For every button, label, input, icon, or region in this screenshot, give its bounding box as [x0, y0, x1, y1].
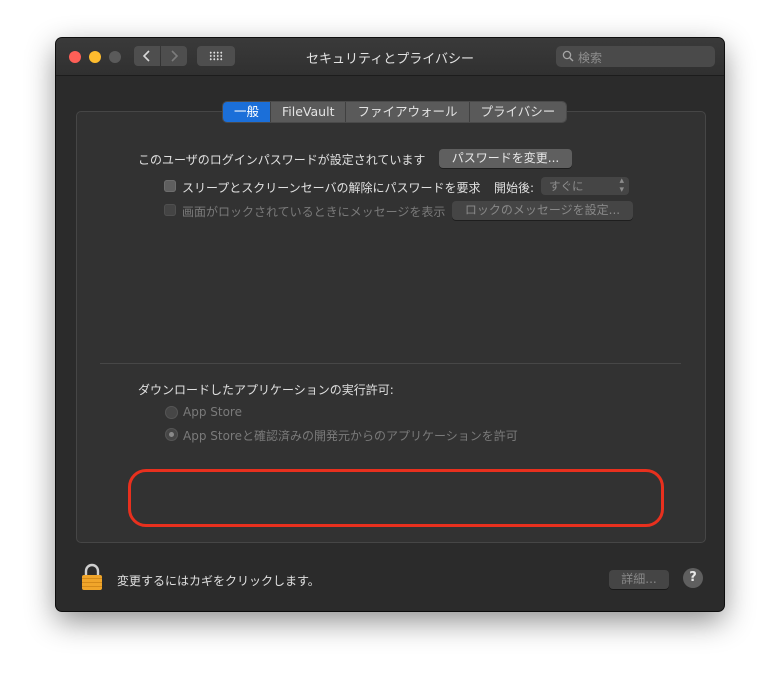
lock-status-text: 変更するにはカギをクリックします。 — [117, 574, 320, 588]
search-placeholder: 検索 — [578, 51, 603, 65]
help-button[interactable]: ? — [683, 568, 703, 588]
titlebar: セキュリティとプライバシー 検索 — [56, 38, 724, 76]
show-message-checkbox[interactable] — [164, 204, 176, 216]
password-status-text: このユーザのログインパスワードが設定されています — [138, 153, 426, 167]
preferences-window: セキュリティとプライバシー 検索 一般 FileVault ファイアウォール プ… — [56, 38, 724, 611]
start-after-value: すぐに — [549, 179, 584, 193]
advanced-button[interactable]: 詳細... — [609, 570, 669, 589]
start-after-select[interactable]: すぐに ▴ ▾ — [541, 177, 629, 195]
require-password-label: スリープとスクリーンセーバの解除にパスワードを要求 — [182, 181, 481, 195]
downloads-heading: ダウンロードしたアプリケーションの実行許可: — [138, 383, 394, 397]
section-divider — [100, 363, 681, 364]
radio-app-store-identified[interactable] — [165, 428, 178, 441]
search-icon — [562, 50, 574, 62]
tab-bar: 一般 FileVault ファイアウォール プライバシー — [222, 101, 568, 123]
start-after-label: 開始後: — [494, 181, 535, 195]
tab-general[interactable]: 一般 — [223, 102, 272, 122]
radio-app-store-label: App Store — [183, 405, 242, 419]
show-message-label: 画面がロックされているときにメッセージを表示 — [182, 205, 446, 219]
set-lock-message-button[interactable]: ロックのメッセージを設定... — [452, 201, 633, 220]
highlight-annotation — [128, 469, 664, 527]
tab-privacy[interactable]: プライバシー — [469, 102, 567, 122]
radio-app-store[interactable] — [165, 406, 178, 419]
up-down-arrows-icon: ▴ ▾ — [619, 176, 624, 195]
radio-app-store-identified-label: App Storeと確認済みの開発元からのアプリケーションを許可 — [183, 429, 518, 443]
tab-filevault[interactable]: FileVault — [271, 102, 347, 122]
change-password-button[interactable]: パスワードを変更... — [439, 149, 572, 168]
search-field[interactable]: 検索 — [556, 46, 715, 67]
require-password-checkbox[interactable] — [164, 180, 176, 192]
lock-icon[interactable] — [81, 563, 103, 591]
tab-firewall[interactable]: ファイアウォール — [346, 102, 470, 122]
